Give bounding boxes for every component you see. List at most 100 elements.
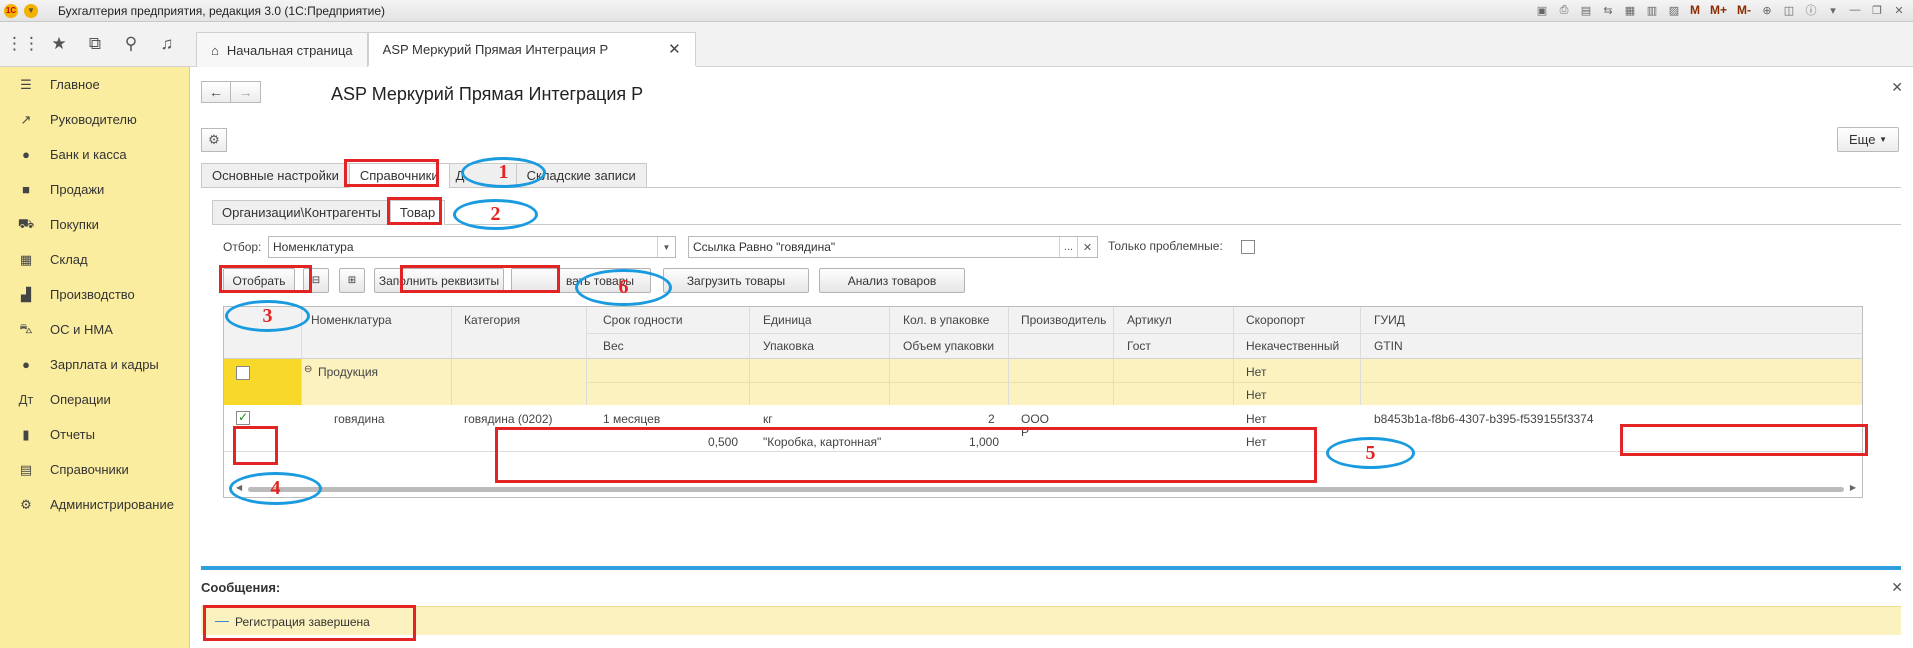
window-close-icon[interactable]: ✕ xyxy=(1891,2,1907,18)
save-icon[interactable]: ▣ xyxy=(1534,2,1550,18)
notifications-bell-icon[interactable]: ♫ xyxy=(154,30,180,58)
col-header-article[interactable]: Артикул xyxy=(1127,313,1172,327)
col-header-weight[interactable]: Вес xyxy=(603,339,624,353)
col-header-qty-package[interactable]: Кол. в упаковке xyxy=(903,313,989,327)
factory-icon: ▟ xyxy=(21,286,31,302)
favorites-star-icon[interactable]: ★ xyxy=(46,30,72,58)
item-guid: b8453b1a-f8b6-4307-b395-f539155f3374 xyxy=(1374,412,1594,426)
settings-dropdown-icon[interactable]: ▾ xyxy=(1825,2,1841,18)
reports-icon: ▮ xyxy=(22,426,30,442)
sidebar-item-assets[interactable]: ⛍ ОС и НМА xyxy=(0,312,189,347)
only-problem-checkbox[interactable] xyxy=(1241,240,1255,254)
col-header-manufacturer[interactable]: Производитель xyxy=(1021,313,1106,327)
col-header-package-volume[interactable]: Объем упаковки xyxy=(903,339,994,353)
filter-value-input[interactable]: Ссылка Равно "говядина" ... ✕ xyxy=(688,236,1098,258)
sidebar-item-production[interactable]: ▟ Производство xyxy=(0,277,189,312)
memory-button[interactable]: M xyxy=(1688,2,1702,18)
horizontal-scrollbar[interactable]: ◀ ▶ xyxy=(236,483,1856,493)
tab-basic-settings[interactable]: Основные настройки xyxy=(201,163,350,188)
col-sep xyxy=(451,307,452,405)
history-icon[interactable]: ⧉ xyxy=(82,30,108,58)
sidebar-item-label: Продажи xyxy=(50,182,105,197)
col-header-gost[interactable]: Гост xyxy=(1127,339,1151,353)
info-icon[interactable]: ⓘ xyxy=(1803,2,1819,18)
form-close-icon[interactable]: ✕ xyxy=(1891,79,1903,96)
group-name: Продукция xyxy=(318,365,379,379)
tab-home-label: Начальная страница xyxy=(226,42,353,58)
annotation-box-guid xyxy=(1620,424,1868,456)
annotation-box-select-button xyxy=(219,265,312,293)
open-tabs: ⌂ Начальная страница ASP Меркурий Прямая… xyxy=(196,32,696,67)
col-header-shelf-life[interactable]: Срок годности xyxy=(603,313,683,327)
panels-icon[interactable]: ◫ xyxy=(1781,2,1797,18)
sections-sidebar: ☰ Главное ↗ Руководителю ● Банк и касса ■ Пр… xyxy=(0,67,190,648)
col-header-package[interactable]: Упаковка xyxy=(763,339,814,353)
more-button[interactable]: Еще ▼ xyxy=(1837,127,1899,152)
chevron-down-icon[interactable]: ▼ xyxy=(657,237,675,257)
scroll-thumb[interactable] xyxy=(248,487,1844,492)
expand-icon-button[interactable]: ⊞ xyxy=(339,268,365,293)
person-icon: ● xyxy=(22,357,30,372)
sidebar-item-reports[interactable]: ▮ Отчеты xyxy=(0,417,189,452)
main-menu-icon[interactable]: ▼ xyxy=(24,3,38,18)
col-header-category[interactable]: Категория xyxy=(464,313,520,327)
link-icon[interactable]: ⇆ xyxy=(1600,2,1616,18)
tab-home[interactable]: ⌂ Начальная страница xyxy=(196,32,368,67)
item-checkbox[interactable]: ✓ xyxy=(236,411,250,425)
chart-icon: ↗ xyxy=(20,111,32,127)
col-header-perishable[interactable]: Скоропорт xyxy=(1246,313,1305,327)
search-icon[interactable]: ⚲ xyxy=(118,30,144,58)
spreadsheet-icon[interactable]: ▥ xyxy=(1644,2,1660,18)
sidebar-item-operations[interactable]: Дт Операции xyxy=(0,382,189,417)
col-header-unit[interactable]: Единица xyxy=(763,313,812,327)
restore-icon[interactable]: ❐ xyxy=(1869,2,1885,18)
sidebar-item-catalogs[interactable]: ▤ Справочники xyxy=(0,452,189,487)
zoom-icon[interactable]: ⊕ xyxy=(1759,2,1775,18)
item-manufacturer: ООО xyxy=(1021,412,1050,426)
print-icon[interactable]: ⎙ xyxy=(1556,2,1572,18)
sidebar-item-salary[interactable]: ● Зарплата и кадры xyxy=(0,347,189,382)
analyze-goods-button[interactable]: Анализ товаров xyxy=(819,268,965,293)
tab-orgs-counterparties[interactable]: Организации\Контрагенты xyxy=(212,200,391,225)
messages-close-icon[interactable]: ✕ xyxy=(1891,579,1903,596)
clear-icon[interactable]: ✕ xyxy=(1077,237,1097,257)
sidebar-item-admin[interactable]: ⚙ Администрирование xyxy=(0,487,189,522)
sidebar-item-warehouse[interactable]: ▦ Склад xyxy=(0,242,189,277)
form-settings-button[interactable]: ⚙ xyxy=(201,128,227,152)
sidebar-item-sales[interactable]: ■ Продажи xyxy=(0,172,189,207)
annotation-marker-5: 5 xyxy=(1326,437,1415,469)
memory-plus-button[interactable]: M+ xyxy=(1708,2,1729,18)
annotation-marker-4: 4 xyxy=(229,472,322,505)
choose-icon[interactable]: ... xyxy=(1059,237,1077,257)
col-header-defective[interactable]: Некачественный xyxy=(1246,339,1339,353)
cart-icon: ⛟ xyxy=(17,215,35,231)
book-icon: ▤ xyxy=(19,461,33,477)
tab-close-icon[interactable]: ✕ xyxy=(668,40,681,58)
col-header-guid[interactable]: ГУИД xyxy=(1374,313,1405,327)
load-goods-button[interactable]: Загрузить товары xyxy=(663,268,809,293)
group-collapse-icon[interactable]: ⊖ xyxy=(304,364,312,375)
sidebar-item-bank[interactable]: ● Банк и касса xyxy=(0,137,189,172)
attach-icon[interactable]: ▦ xyxy=(1622,2,1638,18)
col-header-nomenclature[interactable]: Номенклатура xyxy=(311,313,392,327)
minimize-icon[interactable]: — xyxy=(1847,2,1863,18)
col-header-gtin[interactable]: GTIN xyxy=(1374,339,1403,353)
group-checkbox[interactable] xyxy=(236,366,250,380)
tab-current[interactable]: ASP Меркурий Прямая Интеграция Р ✕ xyxy=(367,32,696,67)
sections-grid-icon[interactable]: ⋮⋮ xyxy=(6,30,40,58)
item-name: говядина xyxy=(334,412,385,426)
scroll-right-icon[interactable]: ▶ xyxy=(1850,483,1856,492)
sidebar-item-main[interactable]: ☰ Главное xyxy=(0,67,189,102)
calendar-icon[interactable]: ▨ xyxy=(1666,2,1682,18)
sidebar-item-purchases[interactable]: ⛟ Покупки xyxy=(0,207,189,242)
annotation-box-item-checkbox xyxy=(233,426,278,465)
preview-icon[interactable]: ▤ xyxy=(1578,2,1594,18)
memory-minus-button[interactable]: M- xyxy=(1735,2,1753,18)
forward-button[interactable]: → xyxy=(231,81,261,103)
nav-buttons: ← → xyxy=(201,81,261,103)
filter-field-select[interactable]: Номенклатура ▼ xyxy=(268,236,676,258)
sidebar-item-label: Отчеты xyxy=(50,427,95,442)
back-button[interactable]: ← xyxy=(201,81,231,103)
message-row[interactable] xyxy=(201,606,1901,635)
sidebar-item-manager[interactable]: ↗ Руководителю xyxy=(0,102,189,137)
